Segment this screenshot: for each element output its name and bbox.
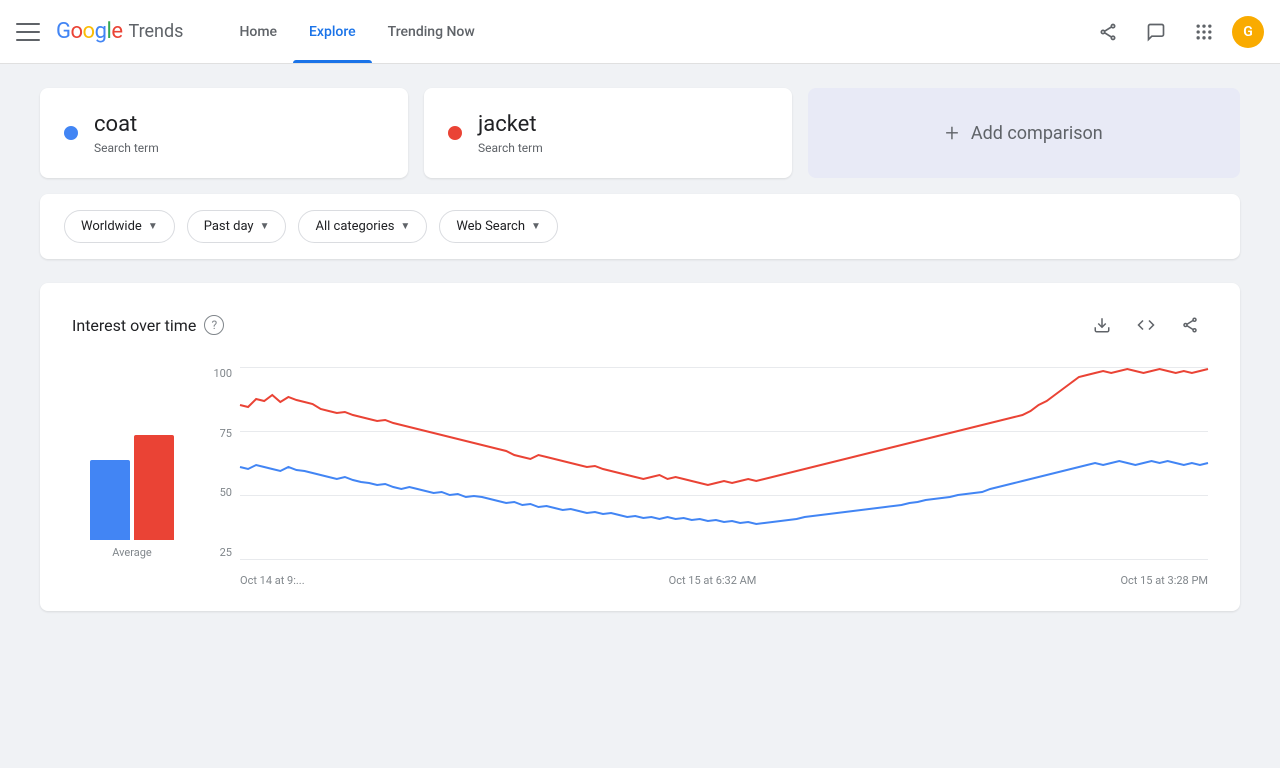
feedback-icon-btn[interactable]: [1136, 12, 1176, 52]
x-label-end: Oct 15 at 3:28 PM: [1120, 574, 1208, 587]
bar-blue: [90, 460, 130, 540]
line-chart-main: 100 75 50 25: [192, 367, 1208, 587]
x-label-start: Oct 14 at 9:...: [240, 574, 305, 587]
search-terms-row: coat Search term jacket Search term + Ad…: [40, 88, 1240, 178]
coat-dot: [64, 126, 78, 140]
location-chevron: ▼: [148, 221, 158, 232]
location-filter[interactable]: Worldwide ▼: [64, 210, 175, 243]
jacket-type: Search term: [478, 141, 768, 155]
filters-row: Worldwide ▼ Past day ▼ All categories ▼ …: [40, 194, 1240, 259]
search-type-filter[interactable]: Web Search ▼: [439, 210, 558, 243]
time-filter[interactable]: Past day ▼: [187, 210, 287, 243]
coat-type: Search term: [94, 141, 384, 155]
avatar[interactable]: G: [1232, 16, 1264, 48]
bar-red: [134, 435, 174, 540]
x-axis: Oct 14 at 9:... Oct 15 at 6:32 AM Oct 15…: [240, 568, 1208, 587]
chart-actions: [1084, 307, 1208, 343]
embed-btn[interactable]: [1128, 307, 1164, 343]
help-icon[interactable]: ?: [204, 315, 224, 335]
nav-home[interactable]: Home: [223, 0, 293, 63]
y-axis: 100 75 50 25: [200, 367, 240, 559]
average-label: Average: [112, 546, 152, 559]
chart-share-btn[interactable]: [1172, 307, 1208, 343]
chart-plot: [240, 367, 1208, 559]
category-filter[interactable]: All categories ▼: [298, 210, 427, 243]
average-bar-chart: Average: [72, 367, 192, 587]
search-term-jacket[interactable]: jacket Search term: [424, 88, 792, 178]
logo-google-text: Google: [56, 19, 122, 44]
jacket-line: [240, 369, 1208, 485]
coat-name: coat: [94, 112, 384, 137]
y-label-100: 100: [213, 367, 232, 380]
jacket-info: jacket Search term: [478, 112, 768, 155]
logo[interactable]: Google Trends: [56, 19, 183, 44]
add-comparison-card[interactable]: + Add comparison: [808, 88, 1240, 178]
chart-title: Interest over time: [72, 316, 196, 335]
chart-title-row: Interest over time ?: [72, 315, 224, 335]
share-icon-btn[interactable]: [1088, 12, 1128, 52]
y-label-75: 75: [220, 427, 232, 440]
bar-chart-bars: [90, 410, 174, 540]
header: Google Trends Home Explore Trending Now: [0, 0, 1280, 64]
add-comparison-label: Add comparison: [971, 123, 1103, 144]
header-actions: G: [1088, 12, 1264, 52]
main-nav: Home Explore Trending Now: [223, 0, 490, 63]
x-label-mid: Oct 15 at 6:32 AM: [669, 574, 757, 587]
time-chevron: ▼: [260, 221, 270, 232]
chart-area: Average 100 75 50 25: [72, 367, 1208, 587]
y-label-25: 25: [220, 546, 232, 559]
search-term-coat[interactable]: coat Search term: [40, 88, 408, 178]
jacket-dot: [448, 126, 462, 140]
coat-info: coat Search term: [94, 112, 384, 155]
line-chart-container: 100 75 50 25: [200, 367, 1208, 587]
apps-icon-btn[interactable]: [1184, 12, 1224, 52]
nav-explore[interactable]: Explore: [293, 0, 372, 63]
logo-trends-text: Trends: [128, 21, 183, 42]
main-content: coat Search term jacket Search term + Ad…: [0, 64, 1280, 635]
download-btn[interactable]: [1084, 307, 1120, 343]
chart-header: Interest over time ?: [72, 307, 1208, 343]
chart-section: Interest over time ?: [40, 283, 1240, 611]
chart-svg: [240, 367, 1208, 559]
add-icon: +: [945, 119, 959, 147]
nav-trending[interactable]: Trending Now: [372, 0, 491, 63]
y-label-50: 50: [220, 486, 232, 499]
jacket-name: jacket: [478, 112, 768, 137]
menu-icon[interactable]: [16, 20, 40, 44]
search-type-chevron: ▼: [531, 221, 541, 232]
category-chevron: ▼: [400, 221, 410, 232]
coat-line: [240, 461, 1208, 524]
grid-line-25: [240, 559, 1208, 560]
